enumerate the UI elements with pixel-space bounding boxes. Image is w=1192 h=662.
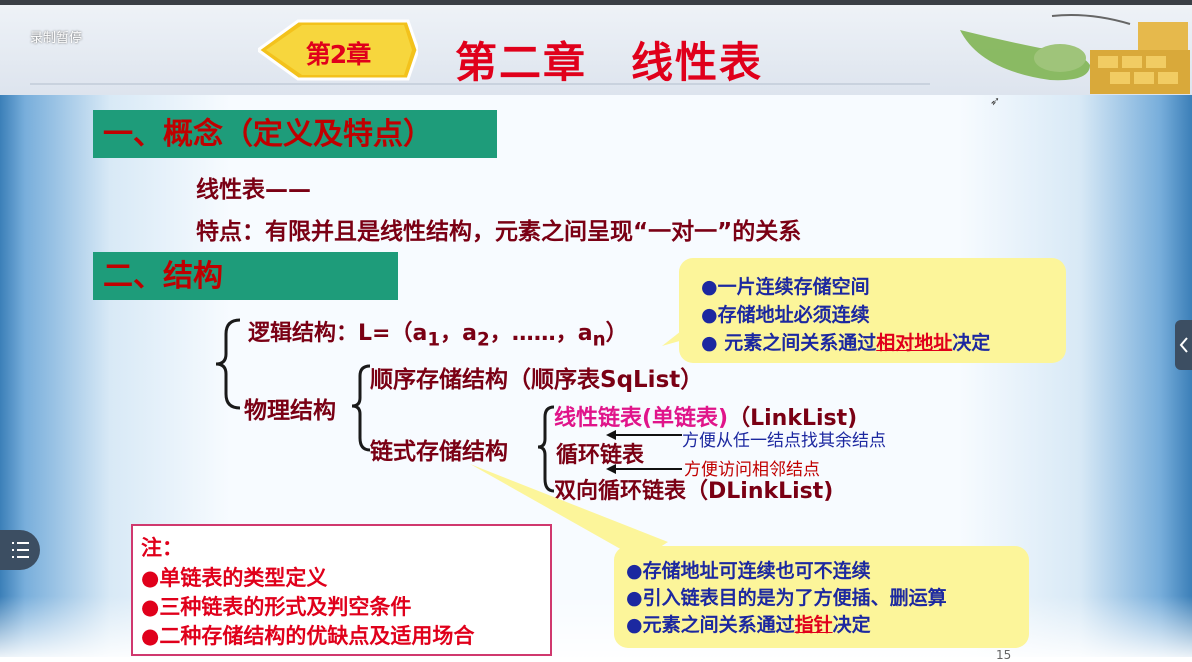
feature-text: 特点：有限并且是线性结构，元素之间呈现“一对一”的关系 [196, 219, 802, 245]
callout-linked-line2: ●引入链表目的是为了方便插、删运算 [626, 587, 947, 609]
callout-linked-line3: ●元素之间关系通过指针决定 [626, 610, 871, 637]
callout-text: 决定 [832, 614, 871, 636]
callout-text: ● 元素之间关系通过 [701, 332, 877, 354]
outline-toggle-button[interactable] [0, 530, 40, 570]
callout-sequential-line2: ●存储地址必须连续 [701, 304, 870, 326]
list-icon [12, 542, 29, 558]
linked-structure: 链式存储结构 [370, 439, 508, 465]
section-heading-concept: 一、概念（定义及特点） [93, 110, 497, 158]
mouse-decoration-icon [960, 14, 1190, 94]
note-title: 注： [141, 536, 183, 560]
physical-structure: 物理结构 [244, 398, 336, 424]
formula-part: L=（a [358, 321, 428, 346]
slide-title: 第二章 线性表 [455, 38, 764, 87]
callout-highlight: 指针 [794, 614, 833, 636]
definition-text: 线性表—— [196, 177, 311, 203]
circular-note: 方便从任一结点找其余结点 [682, 431, 886, 451]
callout-linked-line1: ●存储地址可连续也可不连续 [626, 560, 871, 582]
callout-sequential-line1: ●一片连续存储空间 [701, 276, 870, 298]
side-panel-toggle-button[interactable] [1175, 320, 1192, 370]
note-item: ●单链表的类型定义 [141, 566, 328, 590]
note-item: ●二种存储结构的优缺点及适用场合 [141, 624, 475, 648]
callout-sequential: ●一片连续存储空间 ●存储地址必须连续 ● 元素之间关系通过相对地址决定 [679, 258, 1066, 363]
section-heading-structure: 二、结构 [93, 252, 398, 300]
formula-sub2: 2 [476, 329, 490, 351]
note-item: ●三种链表的形式及判空条件 [141, 595, 412, 619]
formula-subn: n [592, 329, 606, 351]
logical-label: 逻辑结构： [248, 321, 359, 346]
callout-text: 决定 [952, 332, 991, 354]
cursor-icon: ➶ [990, 94, 1001, 108]
brace-main-icon [215, 318, 241, 410]
recording-status[interactable]: 录制暂停 [30, 27, 82, 46]
formula-part: ，……，a [489, 321, 593, 346]
callout-linked: ●存储地址可连续也可不连续 ●引入链表目的是为了方便插、删运算 ●元素之间关系通… [614, 546, 1029, 648]
slide-header: 录制暂停 第2章 第二章 线性表 [0, 5, 1192, 95]
formula-part: ） [605, 321, 628, 346]
formula-sub1: 1 [427, 329, 441, 351]
page-number: 15 [996, 648, 1012, 662]
callout-highlight: 相对地址 [876, 332, 953, 354]
sequential-structure: 顺序存储结构（顺序表SqList） [370, 367, 704, 393]
note-box: 注： ●单链表的类型定义 ●三种链表的形式及判空条件 ●二种存储结构的优缺点及适… [131, 524, 552, 656]
brace-physical-icon [351, 364, 371, 452]
chevron-left-icon [1179, 337, 1188, 353]
chapter-badge: 第2章 [305, 40, 371, 69]
callout-text: ●元素之间关系通过 [626, 614, 795, 636]
logical-structure: 逻辑结构：L=（a1，a2，……，an） [248, 315, 628, 350]
doubly-note: 方便访问相邻结点 [684, 460, 820, 480]
callout-sequential-line3: ● 元素之间关系通过相对地址决定 [701, 328, 990, 355]
formula-part: ，a [440, 321, 477, 346]
